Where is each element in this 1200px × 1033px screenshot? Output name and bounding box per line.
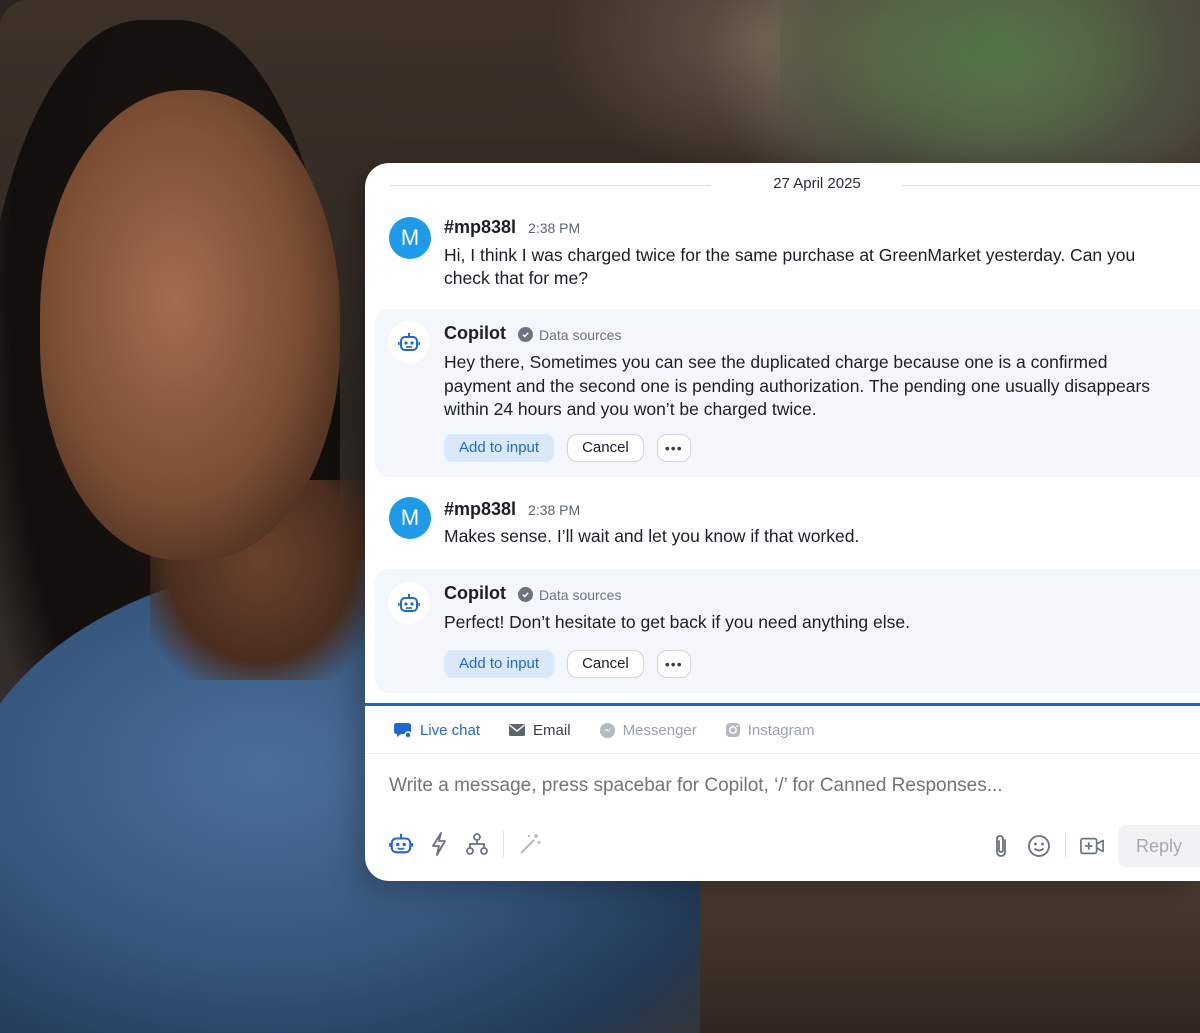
composer-toolbar-left xyxy=(389,831,542,857)
tab-label: Messenger xyxy=(622,721,697,739)
divider-line xyxy=(389,185,711,186)
ai-enhance-button[interactable] xyxy=(518,832,542,856)
chat-bubble-icon xyxy=(394,723,412,739)
copilot-avatar xyxy=(388,321,430,363)
message-text: Hey there, Sometimes you can see the dup… xyxy=(444,352,1151,419)
plant-shape xyxy=(780,0,1200,190)
face-shape xyxy=(40,90,340,560)
verified-check-icon xyxy=(517,587,533,602)
instagram-icon xyxy=(725,723,740,737)
message-text: Hi, I think I was charged twice for the … xyxy=(444,245,1136,288)
tab-messenger[interactable]: Messenger xyxy=(599,722,697,739)
message-text: Perfect! Don’t hesitate to get back if y… xyxy=(444,612,910,632)
composer-top-border xyxy=(365,703,1200,706)
customer-message: M #mp838l 2:38 PM Makes sense. I’ll wait… xyxy=(365,495,1200,565)
envelope-icon xyxy=(509,724,526,736)
workflow-button[interactable] xyxy=(465,832,489,856)
add-to-input-button[interactable]: Add to input xyxy=(444,434,555,462)
attach-button[interactable] xyxy=(989,834,1013,858)
verified-check-icon xyxy=(517,327,533,342)
data-sources-link[interactable]: Data sources xyxy=(517,326,622,343)
smiley-icon xyxy=(1028,835,1050,857)
more-options-button[interactable]: ••• xyxy=(656,650,691,678)
message-header: #mp838l 2:38 PM xyxy=(444,217,580,238)
tab-label: Live chat xyxy=(420,721,481,739)
composer-toolbar-right: Reply xyxy=(989,825,1200,867)
video-call-button[interactable] xyxy=(1080,834,1104,858)
sender-name: Copilot xyxy=(444,323,506,343)
data-sources-label: Data sources xyxy=(538,326,622,343)
tab-label: Email xyxy=(533,721,571,739)
tab-label: Instagram xyxy=(747,721,815,739)
paperclip-icon xyxy=(996,835,1006,857)
customer-message: M #mp838l 2:38 PM Hi, I think I was char… xyxy=(365,213,1200,305)
divider-line xyxy=(901,185,1200,186)
lightning-icon xyxy=(432,832,446,856)
message-input[interactable] xyxy=(389,771,1180,801)
copilot-actions: Add to input Cancel ••• xyxy=(444,650,691,678)
copilot-message: Copilot Data sources Perfect! Don’t hesi… xyxy=(375,569,1200,693)
data-sources-label: Data sources xyxy=(538,586,622,603)
messenger-icon xyxy=(599,722,615,738)
emoji-button[interactable] xyxy=(1027,834,1051,858)
copilot-avatar xyxy=(388,582,430,624)
message-text: Makes sense. I’ll wait and let you know … xyxy=(444,526,860,546)
channels-divider xyxy=(365,753,1200,754)
copilot-button[interactable] xyxy=(389,832,413,856)
message-time: 2:38 PM xyxy=(528,502,581,518)
reply-button[interactable]: Reply xyxy=(1118,825,1200,867)
conversation-date: 27 April 2025 xyxy=(773,175,861,192)
workflow-icon xyxy=(466,833,488,855)
message-header: Copilot Data sources xyxy=(444,323,621,344)
toolbar-separator xyxy=(1065,833,1066,859)
table-shape xyxy=(700,880,1200,1033)
more-options-button[interactable]: ••• xyxy=(656,434,691,462)
robot-icon xyxy=(398,333,420,351)
date-divider: 27 April 2025 xyxy=(389,175,1200,197)
copilot-actions: Add to input Cancel ••• xyxy=(444,434,691,462)
tab-instagram[interactable]: Instagram xyxy=(725,721,815,739)
sender-name: #mp838l xyxy=(444,499,517,519)
customer-avatar: M xyxy=(389,217,431,259)
data-sources-link[interactable]: Data sources xyxy=(517,586,622,603)
customer-avatar: M xyxy=(389,497,431,539)
add-to-input-button[interactable]: Add to input xyxy=(444,650,555,678)
chat-panel: 27 April 2025 M #mp838l 2:38 PM Hi, I th… xyxy=(365,163,1200,881)
magic-wand-icon xyxy=(520,834,541,854)
robot-icon xyxy=(389,833,413,854)
cancel-button[interactable]: Cancel xyxy=(567,434,644,462)
sender-name: Copilot xyxy=(444,583,506,603)
canned-responses-button[interactable] xyxy=(427,832,451,856)
tab-live-chat[interactable]: Live chat xyxy=(393,721,480,739)
message-header: #mp838l 2:38 PM xyxy=(444,499,580,520)
avatar-letter: M xyxy=(400,505,420,530)
video-add-icon xyxy=(1080,837,1104,855)
sender-name: #mp838l xyxy=(444,217,517,237)
avatar-letter: M xyxy=(400,225,420,250)
robot-icon xyxy=(398,594,420,612)
tab-email[interactable]: Email xyxy=(508,722,571,739)
channel-tabs: Live chat Email Messenger Instagram xyxy=(393,715,814,745)
message-header: Copilot Data sources xyxy=(444,583,621,604)
copilot-message: Copilot Data sources Hey there, Sometime… xyxy=(375,309,1200,477)
message-time: 2:38 PM xyxy=(528,220,581,236)
cancel-button[interactable]: Cancel xyxy=(567,650,644,678)
toolbar-separator xyxy=(503,831,504,857)
